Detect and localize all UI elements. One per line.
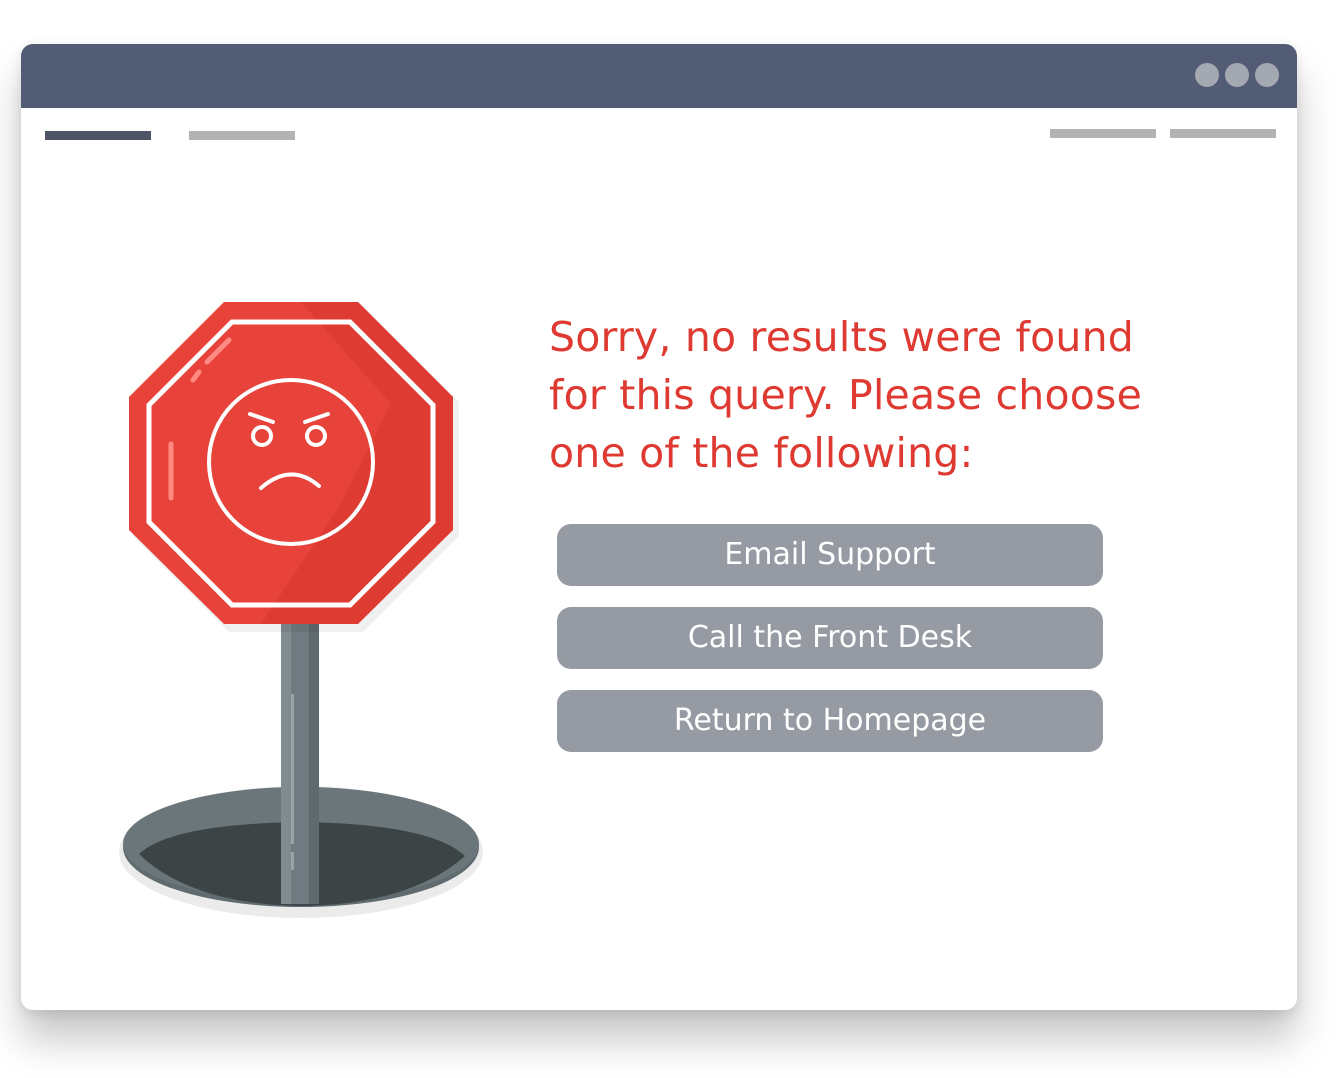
email-support-button[interactable]: Email Support: [557, 524, 1103, 586]
nav-tab[interactable]: [1170, 129, 1276, 138]
window-control-dot[interactable]: [1255, 63, 1279, 87]
action-buttons: Email Support Call the Front Desk Return…: [557, 524, 1103, 773]
window-controls: [1195, 63, 1279, 87]
nav-tab[interactable]: [189, 131, 295, 140]
nav-tab[interactable]: [1050, 129, 1156, 138]
return-to-homepage-button[interactable]: Return to Homepage: [557, 690, 1103, 752]
window-titlebar: [21, 44, 1297, 108]
window-control-dot[interactable]: [1195, 63, 1219, 87]
browser-window: Sorry, no results were found for this qu…: [21, 44, 1297, 1010]
page: Sorry, no results were found for this qu…: [0, 0, 1338, 1078]
nav-tab-active[interactable]: [45, 131, 151, 140]
stop-sign-sad-face-icon: [111, 244, 511, 924]
call-front-desk-button[interactable]: Call the Front Desk: [557, 607, 1103, 669]
window-control-dot[interactable]: [1225, 63, 1249, 87]
no-results-message: Sorry, no results were found for this qu…: [549, 313, 1142, 477]
